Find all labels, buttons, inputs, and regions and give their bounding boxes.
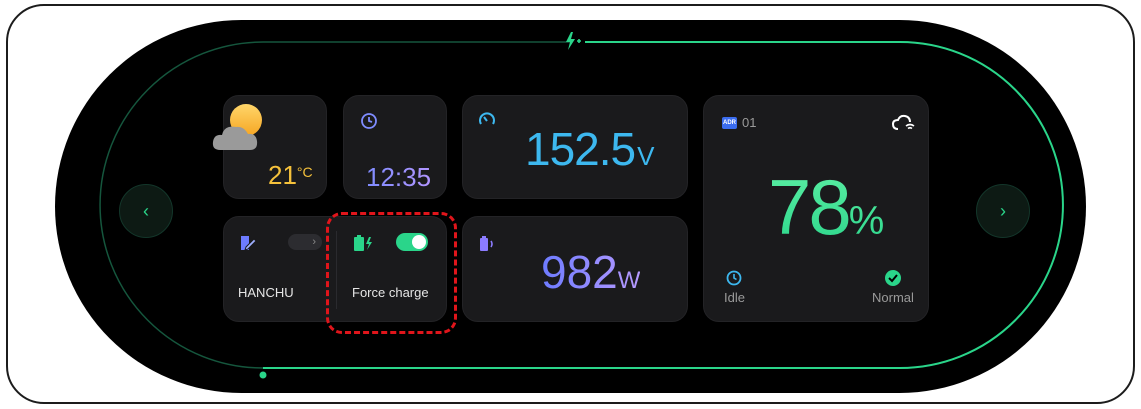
power-unit: W <box>617 267 641 294</box>
idle-icon <box>726 270 742 291</box>
battery-mode: Idle <box>724 290 745 305</box>
weather-card[interactable]: 21°C <box>212 95 327 199</box>
gauge-icon <box>478 111 496 134</box>
partly-cloudy-icon <box>210 100 270 161</box>
next-button[interactable]: › <box>976 184 1030 238</box>
soc-unit: % <box>848 199 885 243</box>
device-edit-icon <box>238 233 258 258</box>
temperature-unit: °C <box>296 164 313 180</box>
check-circle-icon <box>884 269 902 292</box>
device-name: HANCHU <box>238 285 294 300</box>
clock-icon <box>360 112 378 135</box>
chevron-left-icon: ‹ <box>143 200 149 221</box>
charging-bolt-icon <box>563 31 583 56</box>
battery-card[interactable]: ADR 01 78% Idle Normal <box>703 95 929 322</box>
dashboard-screen: ‹ › 21°C 12:35 152.5V › HANCHU Force cha… <box>55 20 1086 393</box>
decorative-track <box>99 41 1064 379</box>
soc-value: 78 <box>768 163 849 251</box>
battery-id: 01 <box>742 115 757 130</box>
temperature-value: 21 <box>268 160 297 190</box>
clock-time: 12:35 <box>366 162 432 192</box>
state-of-charge: 78% <box>768 162 884 253</box>
battery-signal-icon <box>478 235 498 258</box>
temperature-readout: 21°C <box>268 160 313 191</box>
power-card[interactable]: 982W <box>462 216 688 322</box>
cloud-wifi-icon <box>891 114 916 137</box>
voltage-value: 152.5 <box>525 123 636 175</box>
adr-badge: ADR <box>722 117 737 129</box>
power-value: 982 <box>541 246 618 298</box>
chevron-right-icon: › <box>312 236 316 248</box>
battery-health: Normal <box>872 290 914 305</box>
device-detail-button[interactable]: › <box>288 234 322 250</box>
power-readout: 982W <box>541 245 640 299</box>
highlight-box <box>326 212 457 334</box>
previous-button[interactable]: ‹ <box>119 184 173 238</box>
voltage-unit: V <box>637 141 654 171</box>
clock-card[interactable]: 12:35 <box>343 95 447 199</box>
voltage-card[interactable]: 152.5V <box>462 95 688 199</box>
voltage-readout: 152.5V <box>525 122 654 176</box>
chevron-right-icon: › <box>1000 200 1006 221</box>
